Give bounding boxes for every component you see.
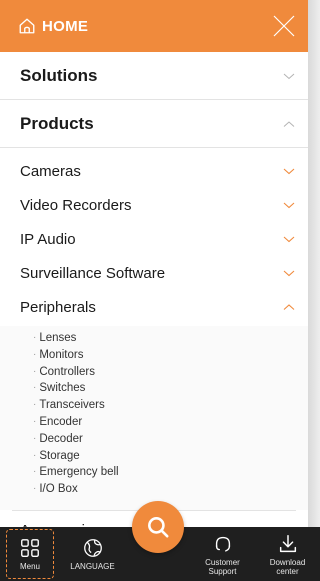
list-item[interactable]: · Transceivers: [33, 397, 308, 414]
submenu-item-surveillance-software[interactable]: Surveillance Software: [0, 256, 308, 290]
background-edge: [308, 0, 320, 581]
list-item[interactable]: · Lenses: [33, 330, 308, 347]
list-item[interactable]: · Storage: [33, 448, 308, 465]
chevron-down-icon: [283, 168, 295, 175]
menu-item-label: Products: [20, 113, 94, 133]
globe-icon: [83, 539, 102, 557]
list-item[interactable]: · Emergency bell: [33, 464, 308, 481]
headset-icon: [215, 536, 230, 552]
submenu-item-label: Cameras: [20, 162, 81, 180]
nav-language-label: LANGUAGE: [70, 562, 115, 571]
chevron-down-icon: [283, 236, 295, 243]
submenu-item-label: Peripherals: [20, 298, 96, 316]
list-item[interactable]: · Switches: [33, 380, 308, 397]
nav-download-center-label: Download center: [269, 557, 306, 576]
list-item[interactable]: · Encoder: [33, 414, 308, 431]
chevron-down-icon: [283, 73, 295, 79]
home-icon: [19, 18, 35, 34]
list-item[interactable]: · Monitors: [33, 347, 308, 364]
list-item[interactable]: · Controllers: [33, 364, 308, 381]
bottom-navigation: Menu LANGUAGE Customer Support Download: [0, 501, 320, 581]
search-button[interactable]: [131, 501, 184, 553]
list-item[interactable]: · I/O Box: [33, 481, 308, 498]
drawer-header: HOME: [0, 0, 308, 52]
search-icon: [147, 517, 169, 538]
close-icon[interactable]: [272, 14, 296, 38]
list-item[interactable]: · Decoder: [33, 431, 308, 448]
peripherals-list: · Lenses · Monitors · Controllers · Switches…: [0, 326, 308, 510]
menu-item-products[interactable]: Products: [0, 100, 308, 148]
nav-customer-support-label: Customer Support: [205, 557, 240, 576]
submenu-item-video-recorders[interactable]: Video Recorders: [0, 188, 308, 222]
chevron-down-icon: [283, 202, 295, 209]
submenu-item-label: Video Recorders: [20, 196, 132, 214]
nav-language-button[interactable]: LANGUAGE: [60, 527, 125, 581]
submenu-item-peripherals[interactable]: Peripherals: [0, 290, 308, 324]
nav-download-center-button[interactable]: Download center: [255, 527, 320, 581]
navigation-drawer: HOME Solutions Products Cameras Video Re…: [0, 0, 308, 581]
submenu-item-label: IP Audio: [20, 230, 76, 248]
menu-item-solutions[interactable]: Solutions: [0, 52, 308, 100]
nav-search-slot: [125, 501, 190, 581]
submenu-item-cameras[interactable]: Cameras: [0, 154, 308, 188]
submenu-item-ip-audio[interactable]: IP Audio: [0, 222, 308, 256]
home-link[interactable]: HOME: [18, 17, 88, 35]
grid-icon: [21, 539, 39, 557]
chevron-up-icon: [283, 304, 295, 310]
nav-menu-button[interactable]: Menu: [6, 529, 54, 579]
chevron-up-icon: [283, 120, 295, 127]
submenu-item-label: Surveillance Software: [20, 264, 166, 282]
nav-menu-label: Menu: [19, 562, 40, 571]
menu-item-label: Solutions: [20, 65, 98, 85]
download-icon: [279, 534, 296, 552]
nav-customer-support-button[interactable]: Customer Support: [190, 527, 255, 581]
chevron-down-icon: [283, 270, 295, 277]
home-label: HOME: [42, 17, 89, 35]
